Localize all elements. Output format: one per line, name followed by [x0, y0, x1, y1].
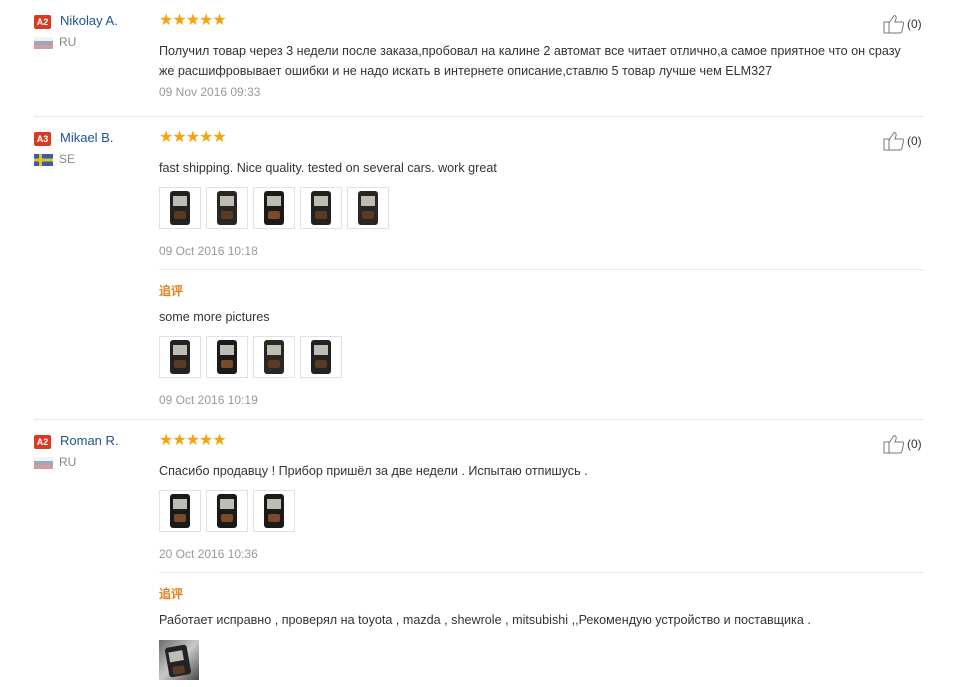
review-photo-thumbnail[interactable]: [253, 490, 295, 532]
user-level-badge: A2: [34, 15, 51, 29]
review-date: 09 Nov 2016 09:33: [159, 85, 261, 99]
review-photo-thumbnail[interactable]: [300, 187, 342, 229]
review-photo-thumbnail[interactable]: [253, 336, 295, 378]
sweden-flag-icon: [34, 154, 53, 166]
review-photo-thumbnail[interactable]: [347, 187, 389, 229]
review-photo-thumbnail[interactable]: [300, 336, 342, 378]
reviewer-name-link[interactable]: Roman R.: [60, 433, 119, 448]
followup-label: 追评: [159, 284, 184, 298]
review-text: fast shipping. Nice quality. tested on s…: [159, 161, 497, 175]
review-divider: [34, 116, 924, 117]
review-divider: [34, 419, 924, 420]
reviewer-country: RU: [59, 35, 77, 49]
reviewer-name-link[interactable]: Nikolay A.: [60, 13, 118, 28]
followup-text: some more pictures: [159, 310, 270, 324]
followup-text: Работает исправно , проверял на toyota ,…: [159, 613, 811, 627]
review-text: Получил товар через 3 недели после заказ…: [159, 44, 901, 78]
helpful-button[interactable]: (0): [883, 434, 943, 454]
helpful-button[interactable]: (0): [883, 131, 943, 151]
review-photo-thumbnail[interactable]: [206, 490, 248, 532]
helpful-count: (0): [907, 17, 922, 31]
followup-label: 追评: [159, 587, 184, 601]
review-photo-thumbnail[interactable]: [206, 336, 248, 378]
followup-date: 09 Oct 2016 10:19: [159, 393, 258, 407]
review-photo-thumbnail[interactable]: [206, 187, 248, 229]
user-level-badge: A3: [34, 132, 51, 146]
review-photo-thumbnail[interactable]: [159, 336, 201, 378]
review-photo-thumbnail[interactable]: [253, 187, 295, 229]
reviewer-country: RU: [59, 455, 77, 469]
star-rating: ★★★★★: [159, 432, 227, 449]
followup-divider: [159, 572, 924, 573]
review-photo-thumbnail[interactable]: [159, 490, 201, 532]
star-rating: ★★★★★: [159, 12, 227, 29]
thumbs-up-icon[interactable]: [883, 14, 905, 34]
user-level-badge: A2: [34, 435, 51, 449]
thumbs-up-icon[interactable]: [883, 131, 905, 151]
review-photo-thumbnail[interactable]: [159, 640, 199, 680]
russia-flag-icon: [34, 37, 53, 49]
review-date: 09 Oct 2016 10:18: [159, 244, 258, 258]
reviewer-country: SE: [59, 152, 76, 166]
reviewer-name-link[interactable]: Mikael B.: [60, 130, 113, 145]
helpful-count: (0): [907, 134, 922, 148]
helpful-button[interactable]: (0): [883, 14, 943, 34]
star-rating: ★★★★★: [159, 129, 227, 146]
review-text: Спасибо продавцу ! Прибор пришёл за две …: [159, 464, 588, 478]
review-date: 20 Oct 2016 10:36: [159, 547, 258, 561]
review-photo-thumbnail[interactable]: [159, 187, 201, 229]
russia-flag-icon: [34, 457, 53, 469]
followup-divider: [159, 269, 924, 270]
helpful-count: (0): [907, 437, 922, 451]
thumbs-up-icon[interactable]: [883, 434, 905, 454]
